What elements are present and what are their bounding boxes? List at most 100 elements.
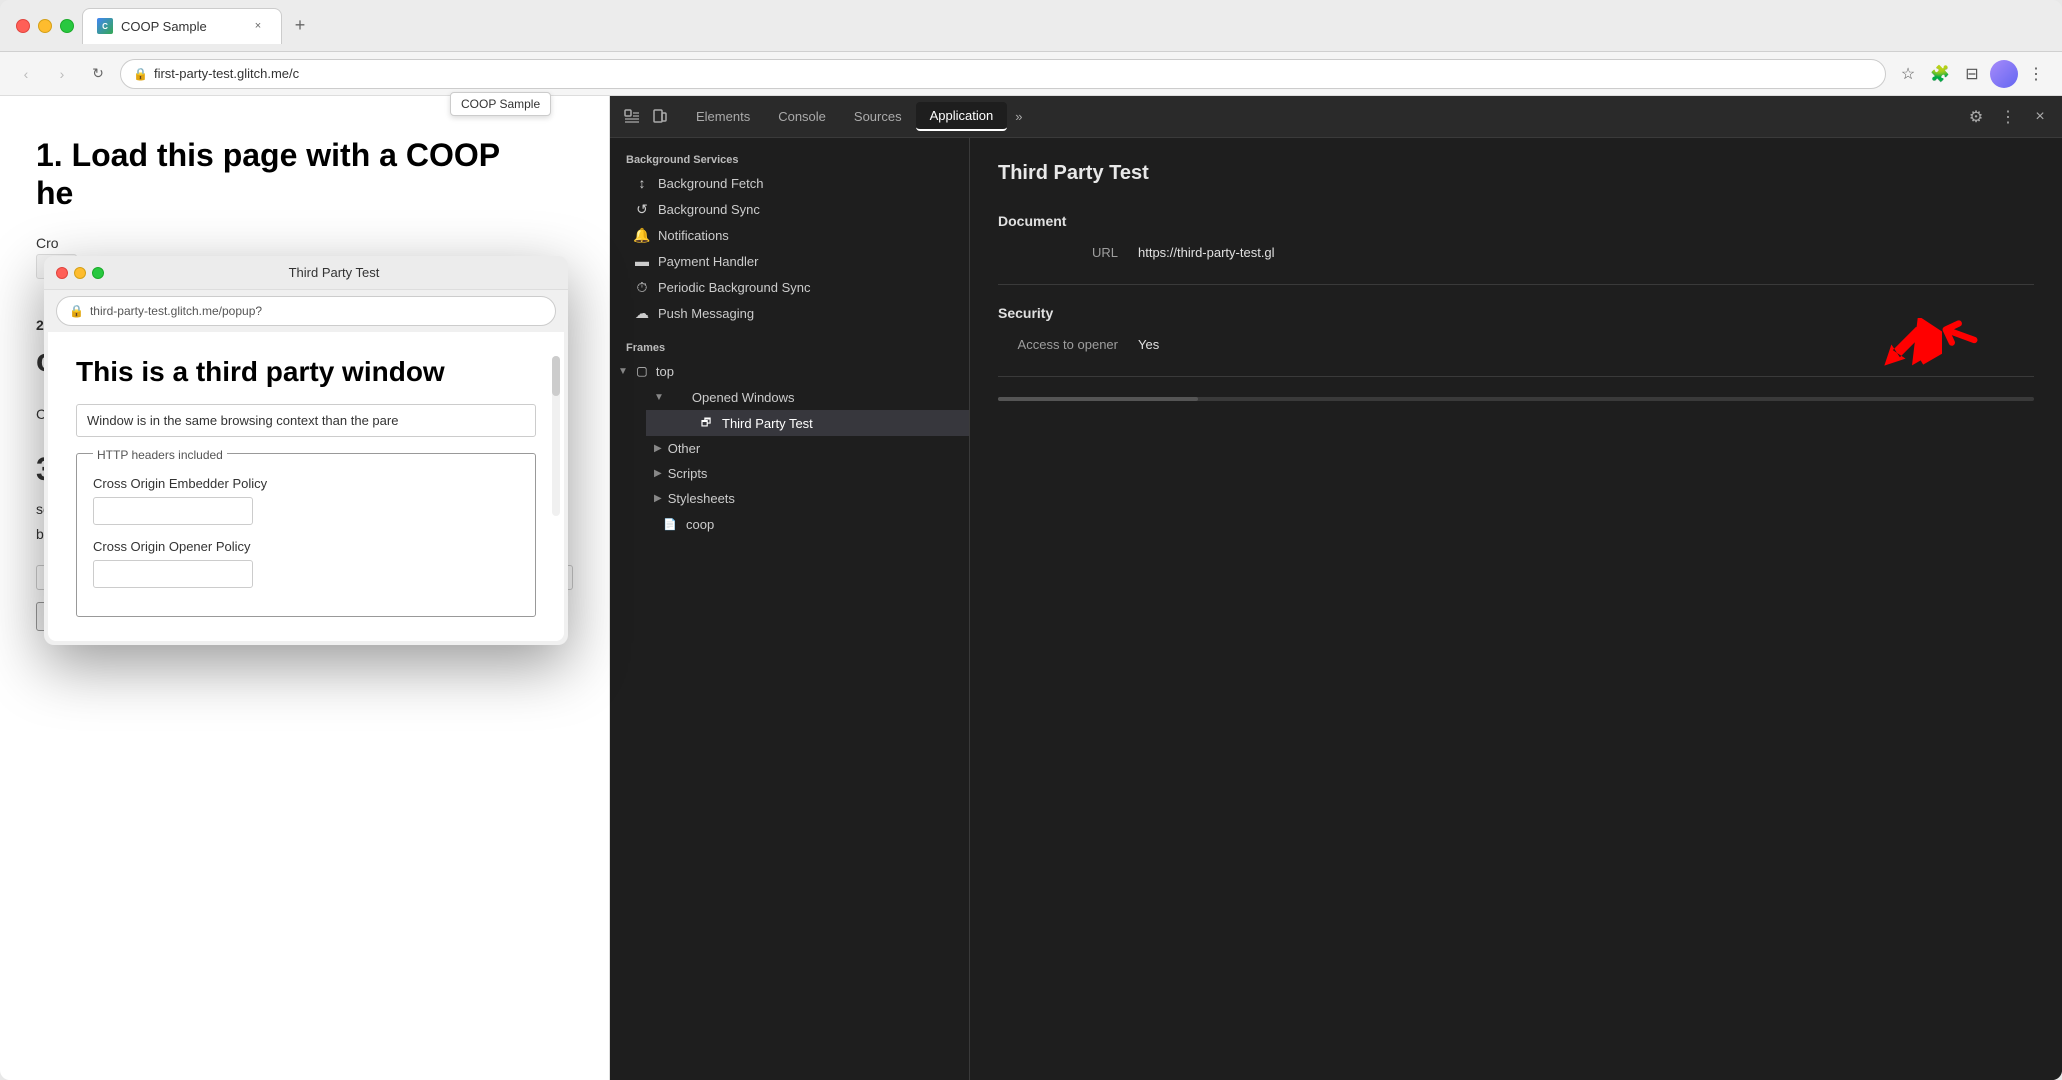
scripts-header[interactable]: ▶ Scripts xyxy=(646,461,969,486)
popup-traffic-lights xyxy=(56,267,104,279)
scripts-expand-icon: ▶ xyxy=(654,468,662,479)
notifications-icon: 🔔 xyxy=(634,227,650,243)
browser-window: C COOP Sample × + ‹ › ↻ 🔒 first-party-te… xyxy=(0,0,2062,1080)
extension-button[interactable]: 🧩 xyxy=(1926,60,1954,88)
content-area: 1. Load this page with a COOP he Cro htt… xyxy=(0,96,2062,1080)
cast-button[interactable]: ⊟ xyxy=(1958,60,1986,88)
sidebar-item-periodic-background-sync[interactable]: ⏱ Periodic Background Sync xyxy=(610,274,969,300)
devtools-settings-icon[interactable]: ⚙ xyxy=(1962,103,1990,131)
access-to-opener-value: Yes xyxy=(1138,337,1159,352)
periodic-sync-icon: ⏱ xyxy=(634,279,650,295)
bookmark-button[interactable]: ☆ xyxy=(1894,60,1922,88)
scrollbar-thumb[interactable] xyxy=(998,397,1198,401)
more-menu-button[interactable]: ⋮ xyxy=(2022,60,2050,88)
lock-icon: 🔒 xyxy=(133,67,148,81)
access-to-opener-label: Access to opener xyxy=(998,337,1118,352)
popup-scrollbar-thumb xyxy=(552,356,560,396)
coep-label: Cross Origin Embedder Policy xyxy=(93,476,519,491)
forward-button[interactable]: › xyxy=(48,60,76,88)
sidebar-item-push-messaging[interactable]: ☁ Push Messaging xyxy=(610,300,969,326)
top-frame-group[interactable]: ▼ ▢ top xyxy=(610,358,969,384)
popup-address-text: third-party-test.glitch.me/popup? xyxy=(90,304,262,318)
notifications-label: Notifications xyxy=(658,228,729,243)
sidebar-item-background-sync[interactable]: ↺ Background Sync xyxy=(610,196,969,222)
opened-windows-header[interactable]: ▼ Opened Windows xyxy=(646,384,969,410)
third-party-test-label: Third Party Test xyxy=(722,416,813,431)
opened-windows-expand-icon: ▼ xyxy=(654,392,664,403)
url-label: URL xyxy=(998,245,1118,260)
coop-label: Cross Origin Opener Policy xyxy=(93,539,519,554)
tab-sources[interactable]: Sources xyxy=(840,103,916,130)
devtools-main-panel: Third Party Test Document URL https://th… xyxy=(970,138,2062,1080)
push-messaging-icon: ☁ xyxy=(634,305,650,321)
coep-field: Cross Origin Embedder Policy xyxy=(93,476,519,525)
stylesheets-header[interactable]: ▶ Stylesheets xyxy=(646,486,969,511)
tab-title: COOP Sample xyxy=(121,19,207,34)
push-messaging-label: Push Messaging xyxy=(658,306,754,321)
url-value: https://third-party-test.gl xyxy=(1138,245,1275,260)
frame-icon: ▢ xyxy=(634,363,650,379)
popup-maximize-button[interactable] xyxy=(92,267,104,279)
sidebar-item-background-fetch[interactable]: ↕ Background Fetch xyxy=(610,170,969,196)
coep-input[interactable] xyxy=(93,497,253,525)
other-header[interactable]: ▶ Other xyxy=(646,436,969,461)
step-1-section: 1. Load this page with a COOP he xyxy=(36,136,573,213)
sidebar-item-coop[interactable]: 📄 coop xyxy=(610,511,969,537)
url-row: URL https://third-party-test.gl xyxy=(998,245,2034,260)
popup-address-bar[interactable]: 🔒 third-party-test.glitch.me/popup? xyxy=(56,296,556,326)
more-tabs-button[interactable]: » xyxy=(1007,109,1030,124)
back-button[interactable]: ‹ xyxy=(12,60,40,88)
popup-minimize-button[interactable] xyxy=(74,267,86,279)
popup-lock-icon: 🔒 xyxy=(69,304,84,318)
tab-console[interactable]: Console xyxy=(764,103,840,130)
stylesheets-label: Stylesheets xyxy=(668,491,735,506)
devtools-more-icon[interactable]: ⋮ xyxy=(1994,103,2022,131)
frames-header: Frames xyxy=(610,334,969,358)
popup-close-button[interactable] xyxy=(56,267,68,279)
devtools-panel: Elements Console Sources Application » ⚙… xyxy=(610,96,2062,1080)
close-traffic-light[interactable] xyxy=(16,19,30,33)
opened-windows-group: ▼ Opened Windows 🗗 Third Party Test xyxy=(610,384,969,436)
divider-1 xyxy=(998,284,2034,285)
scripts-group: ▶ Scripts xyxy=(610,461,969,486)
devtools-device-icon[interactable] xyxy=(646,103,674,131)
address-tooltip: COOP Sample xyxy=(450,92,551,116)
periodic-sync-label: Periodic Background Sync xyxy=(658,280,810,295)
traffic-lights xyxy=(16,19,74,33)
popup-scrollbar[interactable] xyxy=(552,356,560,516)
tab-close-button[interactable]: × xyxy=(249,17,267,35)
sidebar-item-third-party-test[interactable]: 🗗 Third Party Test xyxy=(646,410,969,436)
other-label: Other xyxy=(668,441,701,456)
background-fetch-label: Background Fetch xyxy=(658,176,764,191)
active-tab[interactable]: C COOP Sample × xyxy=(82,8,282,44)
devtools-inspect-icon[interactable] xyxy=(618,103,646,131)
tab-application[interactable]: Application xyxy=(916,102,1008,131)
cross-origin-text: Cro xyxy=(36,233,573,254)
popup-heading: This is a third party window xyxy=(76,356,536,388)
coop-field: Cross Origin Opener Policy xyxy=(93,539,519,588)
sidebar-item-notifications[interactable]: 🔔 Notifications xyxy=(610,222,969,248)
address-text: first-party-test.glitch.me/c xyxy=(154,66,299,81)
sidebar-item-payment-handler[interactable]: ▬ Payment Handler xyxy=(610,248,969,274)
minimize-traffic-light[interactable] xyxy=(38,19,52,33)
devtools-close-icon[interactable]: × xyxy=(2026,103,2054,131)
nav-right-controls: ☆ 🧩 ⊟ ⋮ xyxy=(1894,60,2050,88)
new-tab-button[interactable]: + xyxy=(286,12,314,40)
file-icon: 📄 xyxy=(662,516,678,532)
profile-avatar[interactable] xyxy=(1990,60,2018,88)
background-services-header: Background Services xyxy=(610,146,969,170)
popup-window: Third Party Test 🔒 third-party-test.glit… xyxy=(44,256,568,645)
maximize-traffic-light[interactable] xyxy=(60,19,74,33)
other-group: ▶ Other xyxy=(610,436,969,461)
popup-title-bar: Third Party Test xyxy=(44,256,568,290)
document-section-title: Document xyxy=(998,213,2034,229)
page-heading: 1. Load this page with a COOP he xyxy=(36,136,573,213)
reload-button[interactable]: ↻ xyxy=(84,60,112,88)
coop-label: coop xyxy=(686,517,714,532)
background-sync-icon: ↺ xyxy=(634,201,650,217)
coop-input[interactable] xyxy=(93,560,253,588)
scrollbar-indicator xyxy=(998,397,2034,401)
address-bar[interactable]: 🔒 first-party-test.glitch.me/c xyxy=(120,59,1886,89)
title-bar: C COOP Sample × + xyxy=(0,0,2062,52)
tab-elements[interactable]: Elements xyxy=(682,103,764,130)
